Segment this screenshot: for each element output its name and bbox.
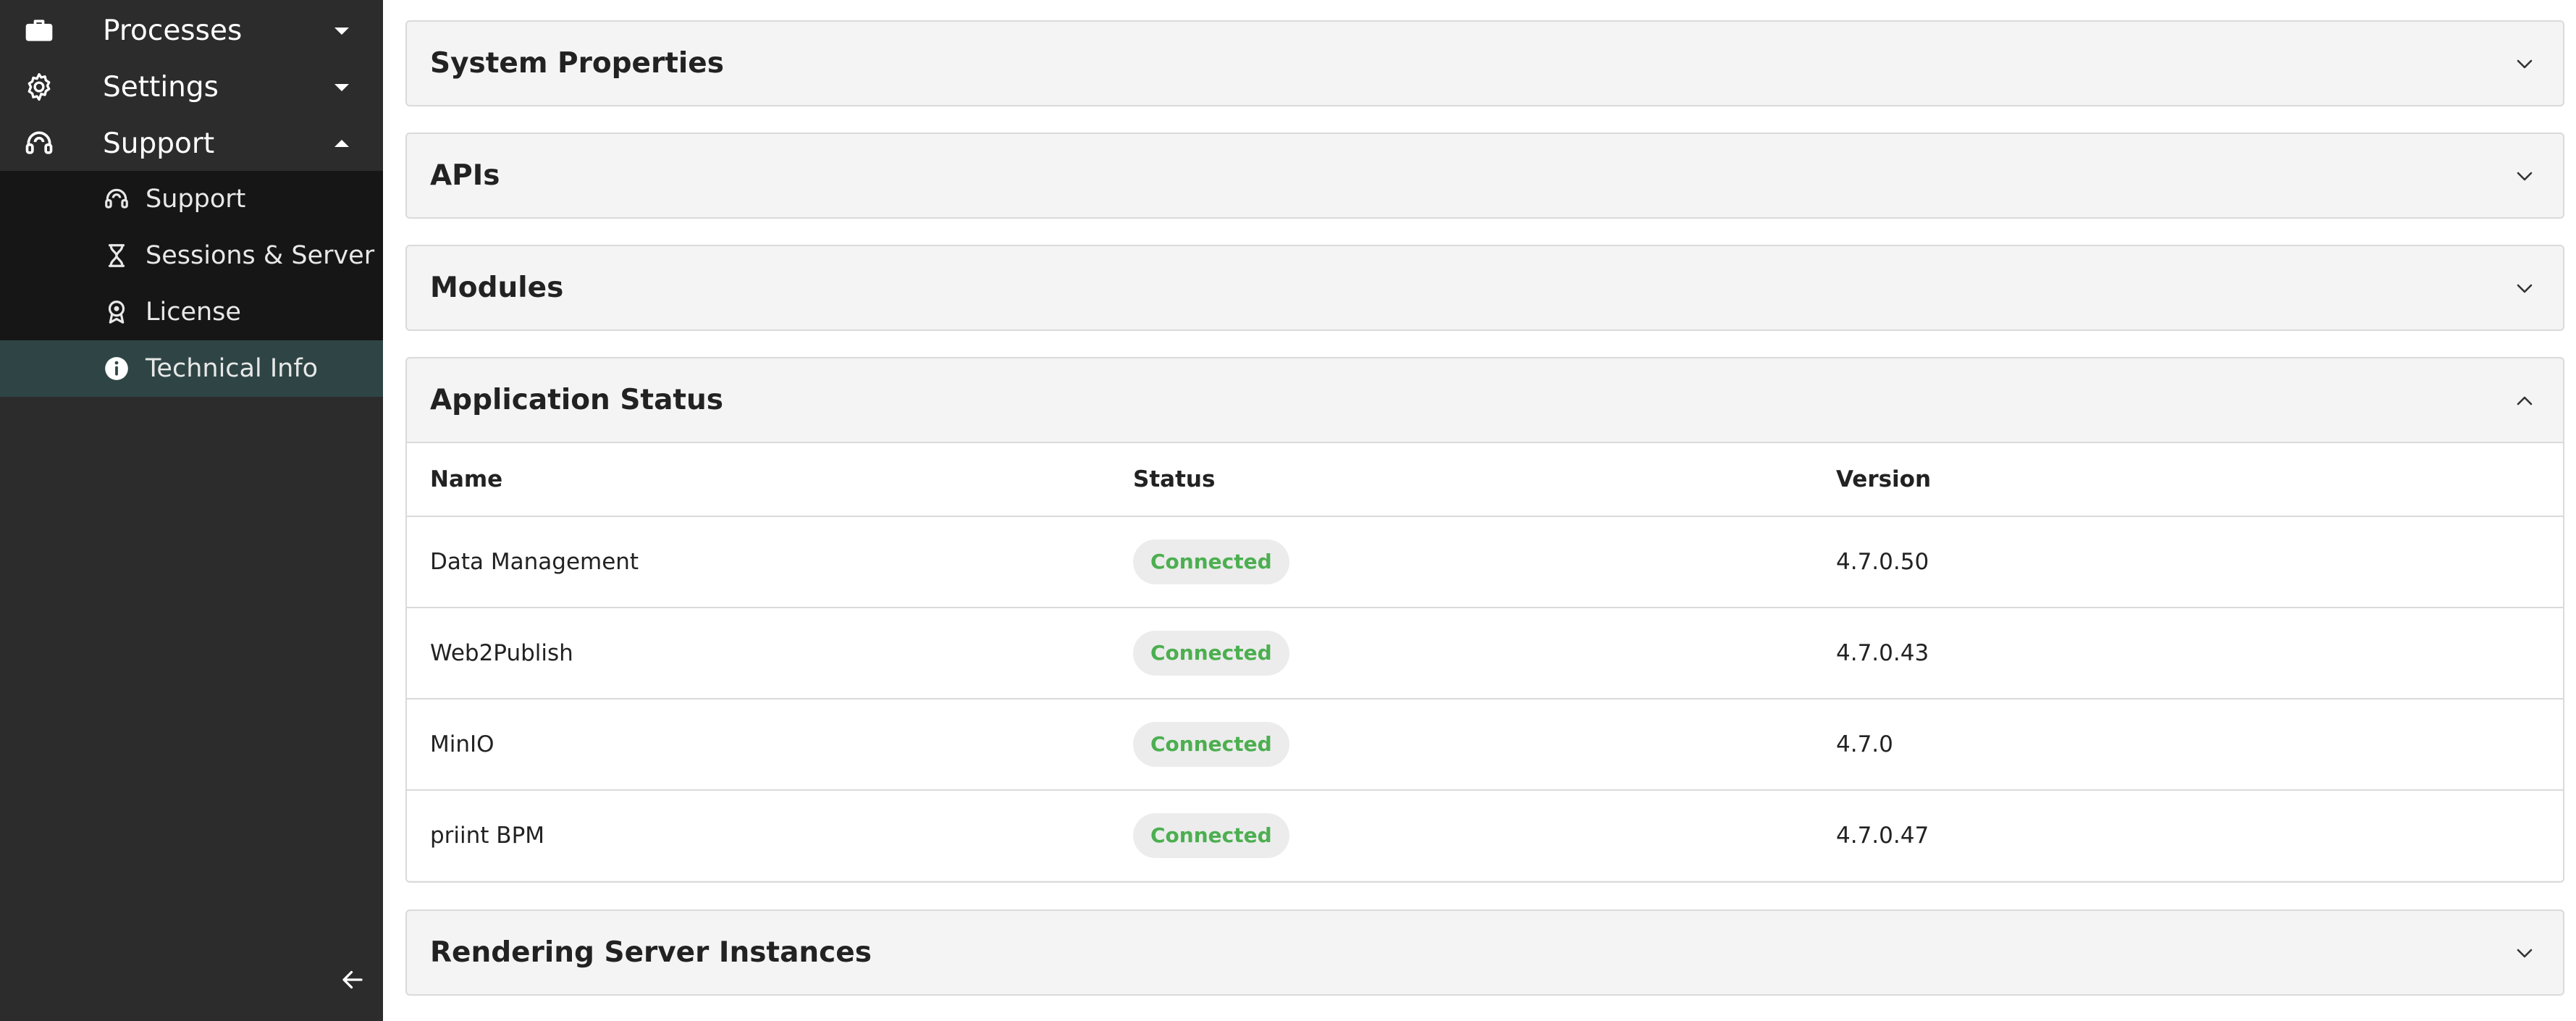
status-cell: Connected [1133, 539, 1289, 584]
panel-application-status: Application Status Name Status Version D… [405, 357, 2564, 883]
app-name: Data Management [430, 549, 639, 575]
support-submenu: Support Sessions & Server License Techni… [0, 171, 383, 397]
award-icon [101, 297, 132, 327]
table-row: Web2Publish Connected 4.7.0.43 [407, 608, 2563, 699]
status-badge: Connected [1133, 631, 1289, 676]
briefcase-icon [22, 13, 56, 48]
app-version: 4.7.0.43 [1836, 640, 1929, 666]
headset-icon [101, 184, 132, 214]
panel-title: Application Status [430, 384, 724, 416]
column-header-name: Name [430, 466, 503, 492]
status-cell: Connected [1133, 722, 1289, 767]
chevron-down-icon [2517, 949, 2533, 957]
column-header-status: Status [1133, 466, 1216, 492]
table-row: MinIO Connected 4.7.0 [407, 699, 2563, 791]
sidebar-item-label: Support [103, 127, 215, 160]
table-row: priint BPM Connected 4.7.0.47 [407, 791, 2563, 881]
chevron-up-icon [2517, 396, 2533, 405]
sidebar-item-processes[interactable]: Processes [0, 2, 383, 59]
chevron-down-icon [2517, 172, 2533, 180]
app-name: Web2Publish [430, 640, 573, 666]
app-name: priint BPM [430, 823, 545, 849]
main-content: System Properties APIs Modules Applicati… [383, 0, 2576, 1021]
status-cell: Connected [1133, 813, 1289, 858]
status-badge: Connected [1133, 813, 1289, 858]
table-row: Data Management Connected 4.7.0.50 [407, 517, 2563, 608]
sidebar-subitem-label: Sessions & Server [146, 241, 375, 270]
caret-down-icon [334, 84, 349, 91]
collapse-sidebar-button[interactable] [333, 963, 372, 996]
status-badge: Connected [1133, 539, 1289, 584]
sidebar-subitem-label: License [146, 298, 241, 327]
table-header-row: Name Status Version [407, 443, 2563, 517]
status-cell: Connected [1133, 631, 1289, 676]
panel-title: System Properties [430, 47, 724, 80]
chevron-down-icon [2517, 284, 2533, 293]
sidebar-subitem-label: Technical Info [146, 354, 319, 383]
app-version: 4.7.0 [1836, 731, 1893, 757]
sidebar-subitem-license[interactable]: License [0, 284, 383, 340]
column-header-version: Version [1836, 466, 1932, 492]
arrow-left-icon [342, 970, 363, 989]
panel-rendering-server-instances: Rendering Server Instances [405, 909, 2564, 996]
sidebar-subitem-support[interactable]: Support [0, 171, 383, 227]
application-status-table: Name Status Version Data Management Conn… [407, 442, 2563, 881]
headset-icon [22, 126, 56, 161]
panel-title: Modules [430, 272, 564, 304]
sidebar-item-settings[interactable]: Settings [0, 59, 383, 115]
panel-header-rendering-server-instances[interactable]: Rendering Server Instances [407, 911, 2563, 994]
sidebar-subitem-label: Support [146, 185, 246, 214]
panel-header-modules[interactable]: Modules [407, 246, 2563, 329]
chevron-down-icon [2517, 59, 2533, 68]
app-version: 4.7.0.50 [1836, 549, 1929, 575]
panel-title: Rendering Server Instances [430, 936, 872, 969]
gear-icon [22, 70, 56, 104]
app-version: 4.7.0.47 [1836, 823, 1929, 849]
sidebar-subitem-technical-info[interactable]: Technical Info [0, 340, 383, 397]
info-icon [101, 353, 132, 384]
sidebar-item-label: Settings [103, 70, 219, 104]
panel-title: APIs [430, 159, 500, 192]
panel-modules: Modules [405, 245, 2564, 331]
caret-up-icon [334, 140, 349, 147]
app-name: MinIO [430, 731, 494, 757]
sidebar: Processes Settings Support Support Sessi… [0, 0, 383, 1021]
panel-apis: APIs [405, 133, 2564, 219]
panel-header-apis[interactable]: APIs [407, 134, 2563, 217]
sidebar-item-support[interactable]: Support [0, 115, 383, 172]
sidebar-subitem-sessions-server[interactable]: Sessions & Server [0, 227, 383, 284]
panel-header-system-properties[interactable]: System Properties [407, 22, 2563, 105]
sidebar-item-label: Processes [103, 14, 243, 47]
panel-header-application-status[interactable]: Application Status [407, 358, 2563, 442]
status-badge: Connected [1133, 722, 1289, 767]
hourglass-icon [101, 240, 132, 271]
caret-down-icon [334, 28, 349, 35]
panel-system-properties: System Properties [405, 20, 2564, 106]
